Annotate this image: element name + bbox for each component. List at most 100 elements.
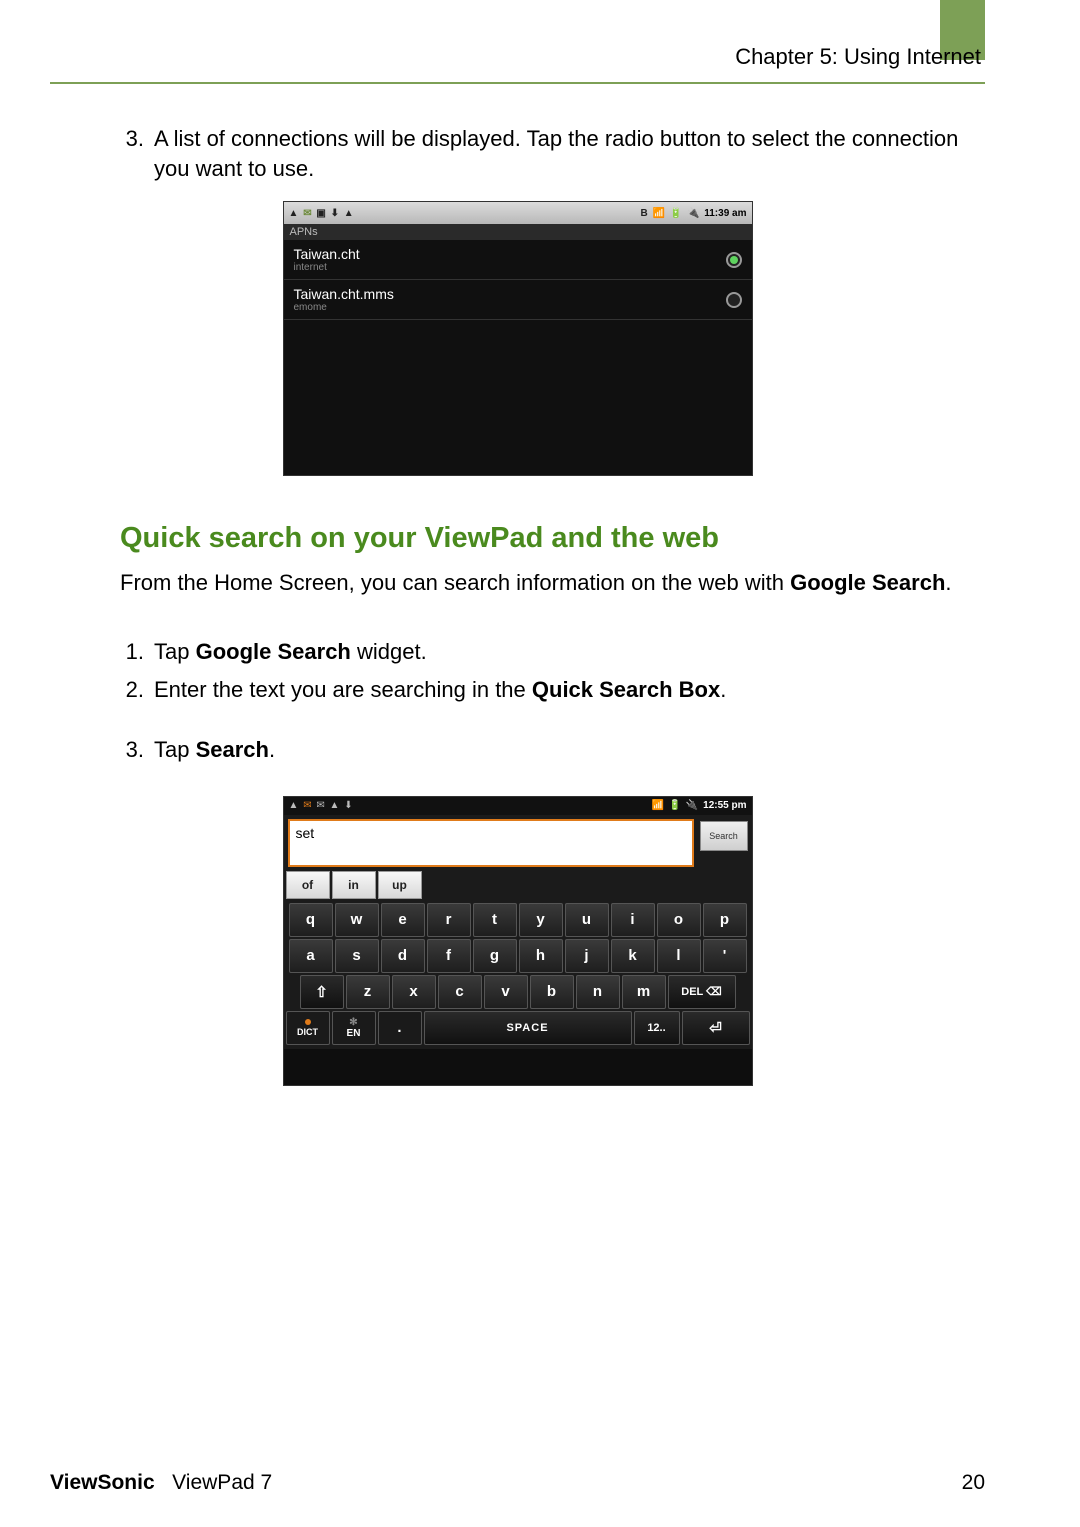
search-screenshot: ▲ ✉ ✉ ▲ ⬇ 📶 🔋 🔌 12:55 pm set Search of bbox=[283, 796, 753, 1086]
gear-icon: ✻ bbox=[349, 1017, 357, 1028]
bold-text: Google Search bbox=[790, 570, 945, 595]
warning-icon: ▲ bbox=[289, 800, 299, 811]
text: Tap bbox=[154, 639, 196, 664]
list-number: 2. bbox=[120, 673, 144, 707]
key-l[interactable]: l bbox=[657, 939, 701, 973]
key-enter[interactable]: ⏎ bbox=[682, 1011, 750, 1045]
apn-list-header: APNs bbox=[284, 224, 752, 240]
key-q[interactable]: q bbox=[289, 903, 333, 937]
key-t[interactable]: t bbox=[473, 903, 517, 937]
text: . bbox=[720, 677, 726, 702]
chapter-title: Chapter 5: Using Internet bbox=[50, 40, 985, 82]
text: Enter the text you are searching in the bbox=[154, 677, 532, 702]
key-w[interactable]: w bbox=[335, 903, 379, 937]
key-i[interactable]: i bbox=[611, 903, 655, 937]
bold-text: Google Search bbox=[196, 639, 351, 664]
key-z[interactable]: z bbox=[346, 975, 390, 1009]
section-paragraph: From the Home Screen, you can search inf… bbox=[50, 567, 985, 599]
page-footer: ViewSonic ViewPad 7 20 bbox=[50, 1471, 985, 1495]
key-m[interactable]: m bbox=[622, 975, 666, 1009]
key-dict[interactable]: DICT bbox=[286, 1011, 330, 1045]
radio-button[interactable] bbox=[726, 292, 742, 308]
key-e[interactable]: e bbox=[381, 903, 425, 937]
key-x[interactable]: x bbox=[392, 975, 436, 1009]
key-c[interactable]: c bbox=[438, 975, 482, 1009]
text: From the Home Screen, you can search inf… bbox=[120, 570, 790, 595]
key-label: DICT bbox=[297, 1027, 318, 1037]
signal-icon: 📶 bbox=[651, 800, 663, 811]
warning-icon: ▲ bbox=[289, 208, 299, 219]
warning-icon: ▲ bbox=[330, 800, 340, 811]
key-apostrophe[interactable]: ' bbox=[703, 939, 747, 973]
charging-icon: 🔌 bbox=[686, 800, 698, 811]
suggestion-key[interactable]: of bbox=[286, 871, 330, 899]
key-shift[interactable]: ⇧ bbox=[300, 975, 344, 1009]
apn-sub: internet bbox=[294, 262, 360, 273]
apn-list-item[interactable]: Taiwan.cht internet bbox=[284, 240, 752, 280]
status-right: B 📶 🔋 🔌 11:39 am bbox=[640, 208, 748, 219]
section-heading: Quick search on your ViewPad and the web bbox=[50, 522, 985, 555]
radio-button-selected[interactable] bbox=[726, 252, 742, 268]
key-g[interactable]: g bbox=[473, 939, 517, 973]
bold-text: Quick Search Box bbox=[532, 677, 720, 702]
bluetooth-icon: B bbox=[641, 208, 648, 219]
key-r[interactable]: r bbox=[427, 903, 471, 937]
mail-icon: ✉ bbox=[303, 208, 311, 219]
key-n[interactable]: n bbox=[576, 975, 620, 1009]
apn-list-item[interactable]: Taiwan.cht.mms emome bbox=[284, 280, 752, 320]
search-button[interactable]: Search bbox=[700, 821, 748, 851]
apn-screenshot: ▲ ✉ ▣ ⬇ ▲ B 📶 🔋 🔌 11:39 am APNs Taiwan.c… bbox=[283, 201, 753, 476]
suggestion-key[interactable]: in bbox=[332, 871, 376, 899]
status-bar: ▲ ✉ ✉ ▲ ⬇ 📶 🔋 🔌 12:55 pm bbox=[284, 797, 752, 815]
key-delete[interactable]: DEL ⌫ bbox=[668, 975, 736, 1009]
list-text: A list of connections will be displayed.… bbox=[154, 124, 985, 183]
key-f[interactable]: f bbox=[427, 939, 471, 973]
key-k[interactable]: k bbox=[611, 939, 655, 973]
mail-icon: ✉ bbox=[316, 800, 324, 811]
key-lang[interactable]: ✻ EN bbox=[332, 1011, 376, 1045]
key-s[interactable]: s bbox=[335, 939, 379, 973]
suggestion-key[interactable]: up bbox=[378, 871, 422, 899]
status-bar: ▲ ✉ ▣ ⬇ ▲ B 📶 🔋 🔌 11:39 am bbox=[284, 202, 752, 224]
list-text: Tap Search. bbox=[154, 733, 985, 767]
apn-name: Taiwan.cht bbox=[294, 246, 360, 262]
key-o[interactable]: o bbox=[657, 903, 701, 937]
charging-icon: 🔌 bbox=[687, 208, 699, 219]
text: widget. bbox=[351, 639, 427, 664]
status-left: ▲ ✉ ▣ ⬇ ▲ bbox=[288, 208, 355, 219]
battery-icon: 🔋 bbox=[669, 800, 681, 811]
mail-icon: ✉ bbox=[303, 800, 311, 811]
key-h[interactable]: h bbox=[519, 939, 563, 973]
key-space[interactable]: SPACE bbox=[424, 1011, 632, 1045]
key-j[interactable]: j bbox=[565, 939, 609, 973]
key-d[interactable]: d bbox=[381, 939, 425, 973]
key-v[interactable]: v bbox=[484, 975, 528, 1009]
text: . bbox=[945, 570, 951, 595]
key-numeric[interactable]: 12.. bbox=[634, 1011, 680, 1045]
text: . bbox=[269, 737, 275, 762]
list-number: 3. bbox=[120, 733, 144, 767]
key-label: EN bbox=[347, 1028, 361, 1039]
key-period[interactable]: . bbox=[378, 1011, 422, 1045]
key-y[interactable]: y bbox=[519, 903, 563, 937]
search-input[interactable]: set bbox=[288, 819, 694, 867]
dot-icon bbox=[305, 1019, 311, 1025]
warning-icon: ▲ bbox=[344, 208, 354, 219]
clock: 12:55 pm bbox=[703, 800, 746, 811]
bold-text: Search bbox=[196, 737, 269, 762]
download-icon: ⬇ bbox=[344, 800, 352, 811]
key-b[interactable]: b bbox=[530, 975, 574, 1009]
list-text: Enter the text you are searching in the … bbox=[154, 673, 985, 707]
download-icon: ⬇ bbox=[331, 208, 339, 219]
key-p[interactable]: p bbox=[703, 903, 747, 937]
battery-icon: 🔋 bbox=[670, 208, 682, 219]
apn-sub: emome bbox=[294, 302, 394, 313]
key-u[interactable]: u bbox=[565, 903, 609, 937]
clock: 11:39 am bbox=[704, 208, 746, 219]
apn-name: Taiwan.cht.mms bbox=[294, 286, 394, 302]
page-content: Chapter 5: Using Internet 3. A list of c… bbox=[50, 40, 985, 1467]
key-a[interactable]: a bbox=[289, 939, 333, 973]
footer-brand: ViewSonic ViewPad 7 bbox=[50, 1471, 272, 1495]
brand-model: ViewPad 7 bbox=[172, 1471, 272, 1494]
list-number: 3. bbox=[120, 124, 144, 183]
